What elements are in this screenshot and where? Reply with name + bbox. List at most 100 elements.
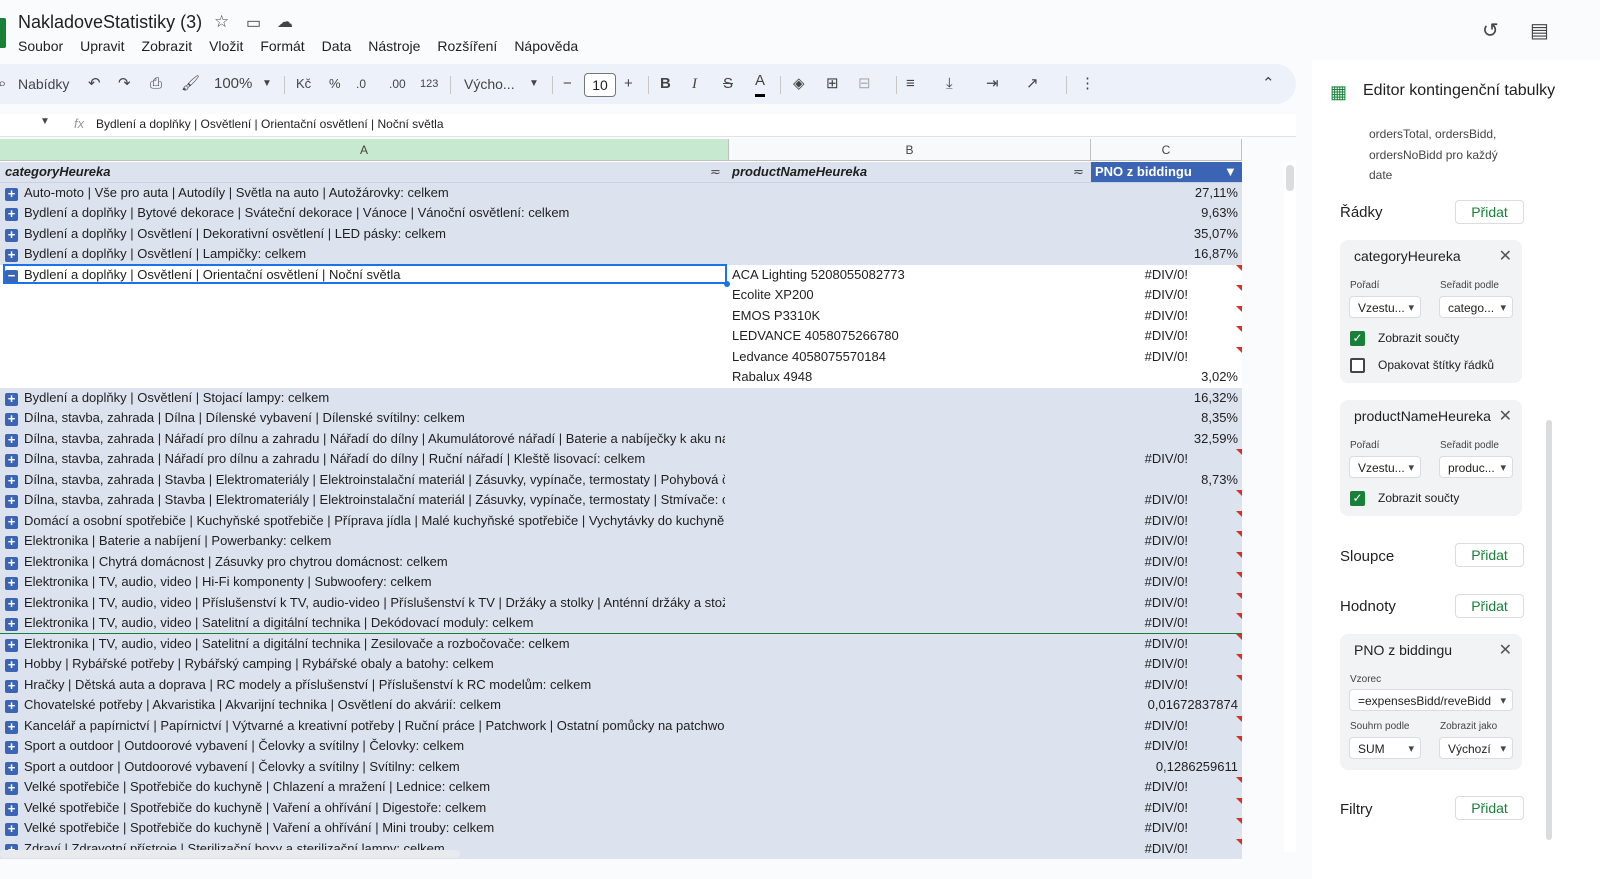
table-row[interactable]: + Bydlení a doplňky | Osvětlení | Dekorat…: [0, 223, 1242, 244]
error-indicator-icon[interactable]: [1236, 633, 1242, 640]
error-indicator-icon[interactable]: [1236, 777, 1242, 783]
cell-category[interactable]: [5, 347, 725, 367]
sort-by-select[interactable]: produc...: [1439, 456, 1513, 478]
header-category[interactable]: categoryHeureka: [5, 162, 725, 182]
cell-category[interactable]: [5, 326, 725, 346]
cell-category[interactable]: + Dílna, stavba, zahrada | Dílna | Dílens…: [5, 408, 725, 428]
menu-help[interactable]: Nápověda: [514, 38, 578, 58]
expand-group-icon[interactable]: +: [5, 556, 18, 570]
table-row[interactable]: + Dílna, stavba, zahrada | Nářadí pro díl…: [0, 449, 1242, 470]
expand-group-icon[interactable]: +: [5, 433, 18, 447]
menu-tools[interactable]: Nástroje: [368, 38, 420, 58]
table-row[interactable]: + Bydlení a doplňky | Bytové dekorace | S…: [0, 203, 1242, 224]
error-indicator-icon[interactable]: [1236, 531, 1242, 537]
cell-value[interactable]: #DIV/0!: [1145, 716, 1188, 736]
cell-category[interactable]: + Dílna, stavba, zahrada | Stavba | Elekt…: [5, 470, 725, 490]
error-indicator-icon[interactable]: [1236, 449, 1242, 455]
expand-group-icon[interactable]: +: [5, 494, 18, 508]
table-row[interactable]: EMOS P3310K #DIV/0!: [0, 305, 1242, 326]
cell-value[interactable]: 35,07%: [1194, 224, 1238, 244]
collapse-menus-icon[interactable]: ⌃: [1262, 64, 1275, 104]
table-row[interactable]: + Elektronika | Chytrá domácnost | Zásuvk…: [0, 551, 1242, 572]
error-indicator-icon[interactable]: [1236, 551, 1242, 558]
expand-group-icon[interactable]: +: [5, 248, 18, 262]
more-options-icon[interactable]: ⋮: [1080, 64, 1095, 104]
expand-group-icon[interactable]: +: [5, 781, 18, 795]
cell-value[interactable]: #DIV/0!: [1145, 777, 1188, 797]
error-indicator-icon[interactable]: [1236, 674, 1242, 681]
add-filter-button[interactable]: Přidat: [1455, 796, 1524, 820]
cell-category[interactable]: [5, 306, 725, 326]
menu-extensions[interactable]: Rozšíření: [437, 38, 497, 58]
name-box-dropdown-icon[interactable]: ▼: [40, 116, 50, 127]
cell-category[interactable]: + Hobby | Rybářské potřeby | Rybářský cam…: [5, 654, 725, 674]
expand-group-icon[interactable]: +: [5, 617, 18, 631]
cell-category[interactable]: [5, 367, 725, 387]
cell-category[interactable]: + Elektronika | Baterie a nabíjení | Powe…: [5, 531, 725, 551]
text-color-button[interactable]: A: [755, 64, 766, 97]
expand-group-icon[interactable]: +: [5, 392, 18, 406]
expand-group-icon[interactable]: +: [5, 761, 18, 775]
currency-format-button[interactable]: Kč: [296, 64, 311, 104]
comments-icon[interactable]: ▤: [1530, 18, 1549, 43]
filter-icon[interactable]: ≂: [1073, 162, 1084, 182]
cell-category[interactable]: + Bydlení a doplňky | Bytové dekorace | S…: [5, 203, 725, 223]
table-row[interactable]: + Elektronika | TV, audio, video | Hi-Fi …: [0, 572, 1242, 593]
menu-format[interactable]: Formát: [260, 38, 304, 58]
cell-category[interactable]: + Hračky | Dětská auta a doprava | RC mod…: [5, 675, 725, 695]
table-row[interactable]: + Dílna, stavba, zahrada | Stavba | Elekt…: [0, 469, 1242, 490]
decrease-decimals-button[interactable]: .0: [356, 64, 366, 104]
expand-group-icon[interactable]: +: [5, 740, 18, 754]
cell-value[interactable]: #DIV/0!: [1145, 449, 1188, 469]
table-row[interactable]: + Elektronika | TV, audio, video | Sateli…: [0, 613, 1242, 634]
text-rotation-icon[interactable]: ↗: [1026, 64, 1039, 104]
show-as-select[interactable]: Výchozí: [1439, 737, 1513, 759]
expand-group-icon[interactable]: +: [5, 597, 18, 611]
star-icon[interactable]: ☆: [214, 12, 229, 32]
menu-data[interactable]: Data: [322, 38, 352, 58]
menu-file[interactable]: Soubor: [18, 38, 63, 58]
move-folder-icon[interactable]: ▭: [246, 13, 261, 33]
cell-category[interactable]: + Auto-moto | Vše pro auta | Autodíly | S…: [5, 183, 725, 203]
cell-value[interactable]: #DIV/0!: [1145, 798, 1188, 818]
sort-by-select[interactable]: catego...: [1439, 296, 1513, 318]
expand-group-icon[interactable]: +: [5, 658, 18, 672]
horizontal-align-icon[interactable]: ≡: [906, 64, 915, 104]
header-value[interactable]: PNO z biddingu: [1095, 162, 1192, 182]
cell-value[interactable]: 0,01672837874: [1148, 695, 1238, 715]
summarize-by-select[interactable]: SUM: [1349, 737, 1421, 759]
fill-color-icon[interactable]: ◈: [793, 64, 805, 104]
order-select[interactable]: Vzestu...: [1349, 456, 1421, 478]
merge-cells-icon[interactable]: ⊟: [858, 64, 871, 104]
error-indicator-icon[interactable]: [1236, 797, 1242, 804]
error-indicator-icon[interactable]: [1236, 838, 1242, 845]
table-row[interactable]: + Elektronika | Baterie a nabíjení | Powe…: [0, 531, 1242, 552]
bold-button[interactable]: B: [660, 64, 671, 104]
document-title[interactable]: NakladoveStatistiky (3): [18, 12, 202, 33]
cloud-status-icon[interactable]: ☁: [277, 12, 293, 32]
error-indicator-icon[interactable]: [1236, 654, 1242, 660]
cell-value[interactable]: #DIV/0!: [1145, 490, 1188, 510]
cell-value[interactable]: #DIV/0!: [1145, 285, 1188, 305]
expand-group-icon[interactable]: +: [5, 699, 18, 713]
cell-product[interactable]: LEDVANCE 4058075266780: [732, 326, 899, 346]
paint-format-icon[interactable]: 🖌: [181, 64, 200, 104]
expand-group-icon[interactable]: +: [5, 638, 18, 652]
order-select[interactable]: Vzestu...: [1349, 296, 1421, 318]
fill-handle[interactable]: [724, 281, 730, 287]
cell-value[interactable]: #DIV/0!: [1145, 839, 1188, 859]
cell-value[interactable]: #DIV/0!: [1145, 818, 1188, 838]
cell-category[interactable]: + Bydlení a doplňky | Osvětlení | Dekorat…: [5, 224, 725, 244]
cell-product[interactable]: Ecolite XP200: [732, 285, 814, 305]
text-wrapping-icon[interactable]: ⇥: [986, 64, 999, 104]
cell-value[interactable]: 8,73%: [1201, 470, 1238, 490]
expand-group-icon[interactable]: +: [5, 822, 18, 836]
table-row[interactable]: + Dílna, stavba, zahrada | Nářadí pro díl…: [0, 428, 1242, 449]
vertical-align-icon[interactable]: ⤓: [946, 64, 953, 104]
grid-scrollbar-thumb[interactable]: [1286, 165, 1294, 191]
cell-value[interactable]: #DIV/0!: [1145, 675, 1188, 695]
cell-value[interactable]: 27,11%: [1195, 183, 1238, 203]
add-value-button[interactable]: Přidat: [1455, 594, 1524, 618]
cell-category[interactable]: + Bydlení a doplňky | Osvětlení | Lampičk…: [5, 244, 725, 264]
cell-value[interactable]: #DIV/0!: [1145, 552, 1188, 572]
